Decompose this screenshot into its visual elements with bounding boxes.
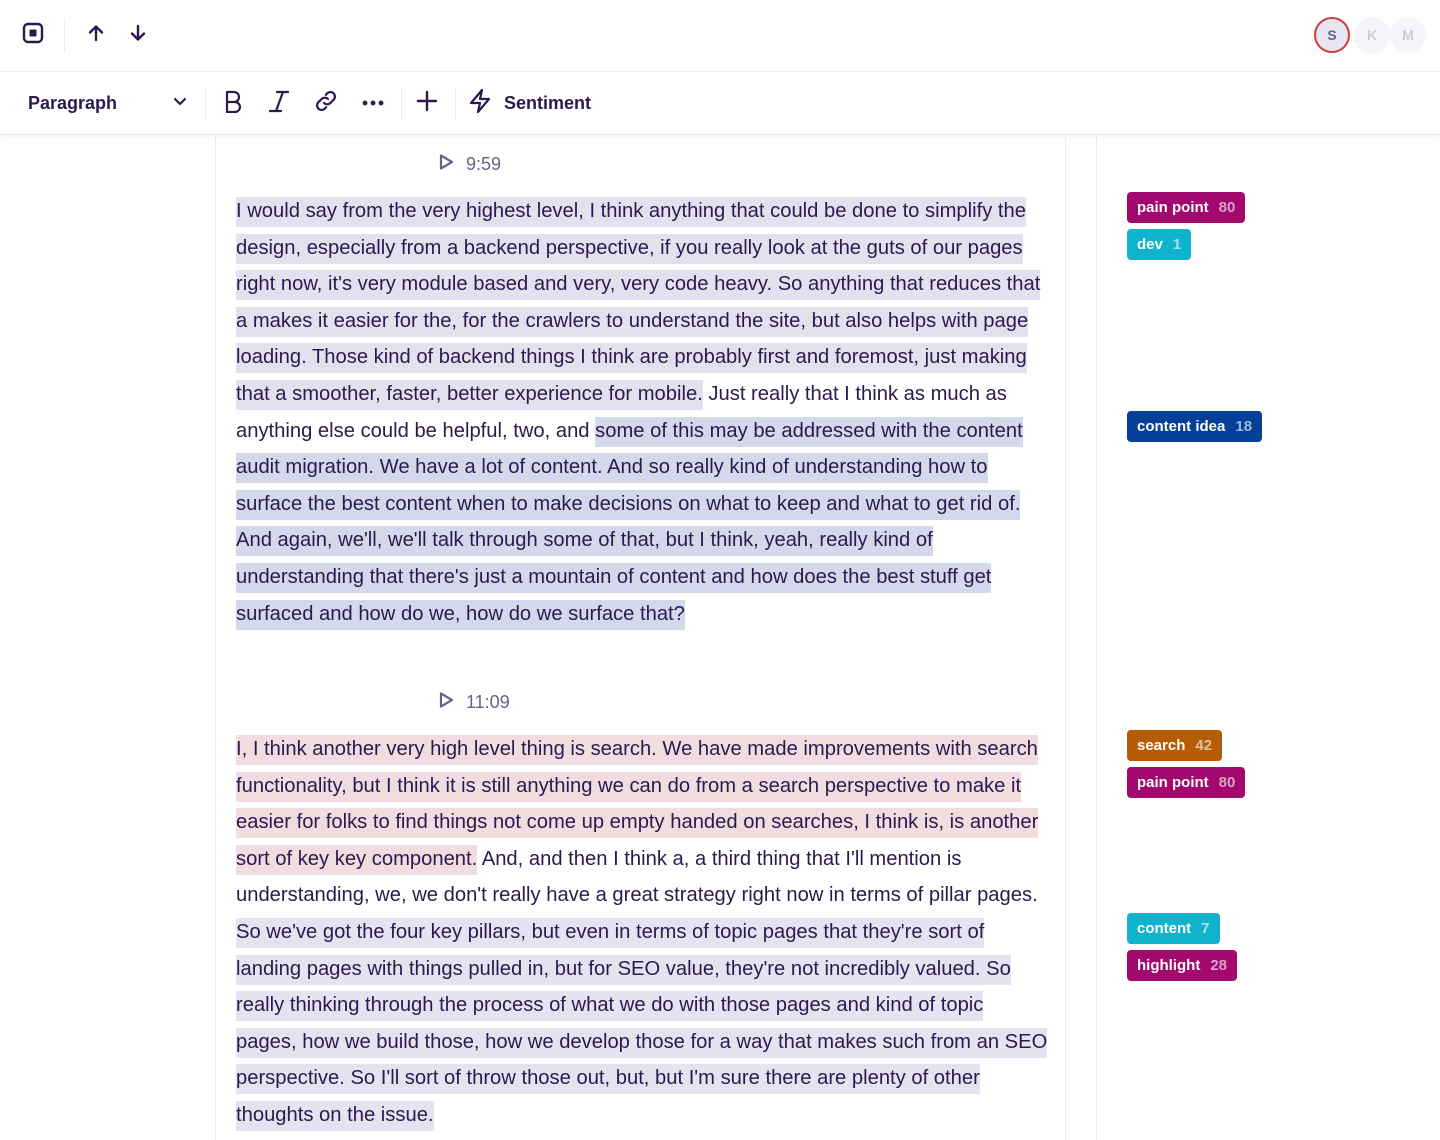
divider <box>455 88 456 120</box>
tag-content-idea[interactable]: content idea 18 <box>1127 411 1263 442</box>
highlight-segment[interactable]: some of this may be addressed with the c… <box>236 416 1023 630</box>
stop-square-icon <box>22 22 44 49</box>
divider <box>401 88 402 120</box>
timestamp-label: 9:59 <box>466 154 502 174</box>
tag-label: pain point <box>1137 199 1209 216</box>
bold-button[interactable] <box>218 86 248 120</box>
previous-button[interactable] <box>79 18 113 52</box>
tag-highlight[interactable]: highlight 28 <box>1127 950 1237 981</box>
avatar-initial: S <box>1327 27 1337 43</box>
timestamp-label: 11:09 <box>466 692 510 712</box>
tag-label: dev <box>1137 236 1163 253</box>
sentiment-button[interactable]: Sentiment <box>468 86 591 120</box>
tag-count: 7 <box>1201 920 1210 937</box>
transcript-paragraph[interactable]: I would say from the very highest level,… <box>236 193 1048 632</box>
avatar-m[interactable]: M <box>1390 17 1426 53</box>
sentiment-label: Sentiment <box>504 92 592 113</box>
tag-count: 1 <box>1172 236 1182 253</box>
divider <box>64 18 65 52</box>
formatting-toolbar: Paragraph Sentiment <box>0 72 1440 135</box>
tag-count: 28 <box>1210 957 1227 974</box>
tag-count: 42 <box>1195 737 1213 754</box>
plus-icon <box>416 90 438 117</box>
tag-label: content idea <box>1137 418 1226 435</box>
italic-icon <box>268 89 290 118</box>
timestamp-play-button[interactable]: 11:09 <box>438 691 510 714</box>
highlight-segment[interactable]: So we've got the four key pillars, but e… <box>236 917 1048 1131</box>
italic-button[interactable] <box>264 86 294 120</box>
timestamp-play-button[interactable]: 9:59 <box>438 153 501 176</box>
tag-count: 80 <box>1218 774 1236 791</box>
arrow-down-icon <box>128 23 148 48</box>
tag-count: 80 <box>1218 199 1236 216</box>
arrow-up-icon <box>86 23 106 48</box>
tag-dev[interactable]: dev 1 <box>1127 229 1192 260</box>
add-button[interactable] <box>412 86 442 120</box>
block-type-select[interactable]: Paragraph <box>18 86 198 120</box>
stop-button[interactable] <box>16 18 50 52</box>
more-horizontal-icon <box>361 94 385 112</box>
tag-pain-point[interactable]: pain point 80 <box>1127 767 1246 798</box>
play-icon <box>438 691 466 714</box>
tag-content[interactable]: content 7 <box>1127 913 1220 944</box>
chevron-down-icon <box>172 93 188 114</box>
tag-label: highlight <box>1137 957 1201 974</box>
divider <box>205 88 206 120</box>
play-icon <box>438 153 466 176</box>
block-type-label: Paragraph <box>28 92 118 113</box>
avatar-initial: K <box>1366 27 1378 43</box>
next-button[interactable] <box>121 18 155 52</box>
tag-search[interactable]: search 42 <box>1127 730 1223 761</box>
top-bar: S K M <box>0 0 1440 72</box>
tag-count: 18 <box>1235 418 1253 435</box>
avatar-k[interactable]: K <box>1354 17 1390 53</box>
lightning-icon <box>468 88 492 119</box>
bold-icon <box>223 89 243 118</box>
transcript-paragraph[interactable]: I, I think another very high level thing… <box>236 731 1048 1134</box>
tag-panel-divider <box>1096 135 1097 1140</box>
tag-label: content <box>1137 920 1192 937</box>
tag-label: search <box>1137 737 1186 754</box>
highlight-segment[interactable]: I would say from the very highest level,… <box>236 197 1041 410</box>
link-icon <box>314 89 338 118</box>
avatar-s[interactable]: S <box>1314 17 1350 53</box>
more-options-button[interactable] <box>358 86 388 120</box>
tag-label: pain point <box>1137 774 1209 791</box>
tag-pain-point[interactable]: pain point 80 <box>1127 192 1246 223</box>
link-button[interactable] <box>311 86 341 120</box>
avatar-initial: M <box>1402 27 1414 43</box>
